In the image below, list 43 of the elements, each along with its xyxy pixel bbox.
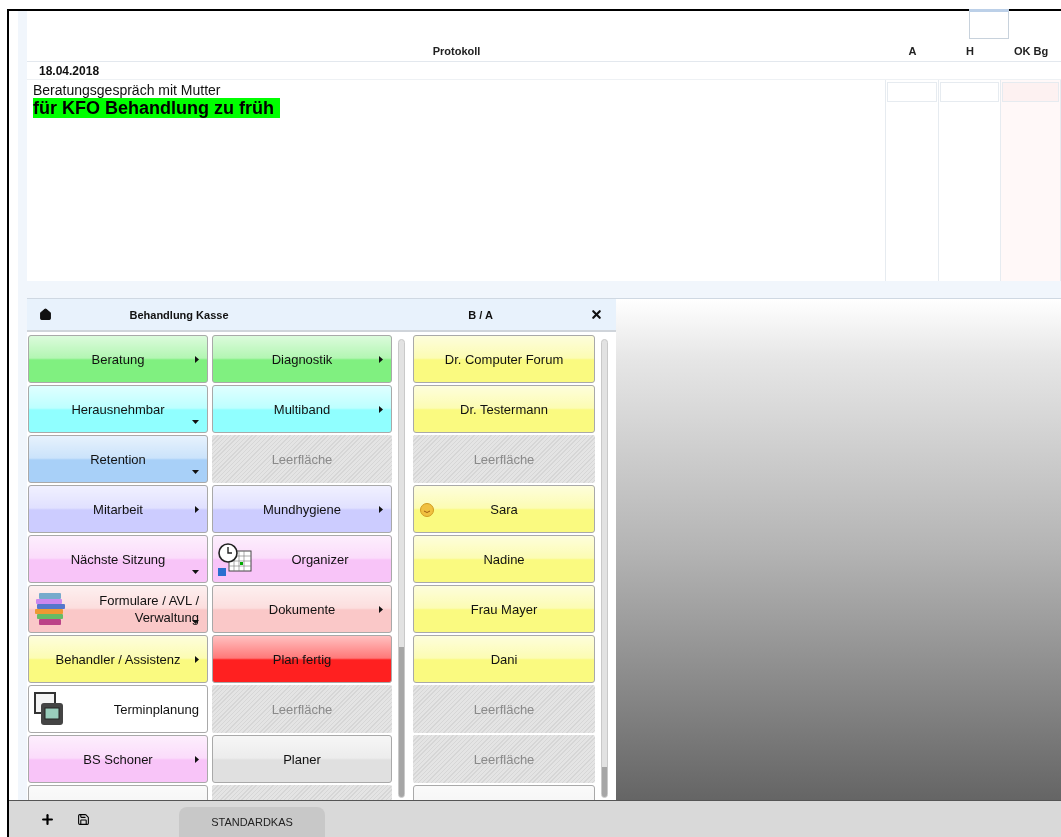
empty-slot-label: Leerfläche [473,451,535,467]
panel-title: Behandlung Kasse [128,308,230,321]
clock-calendar-icon [217,541,253,577]
menu-button[interactable]: Diagnostik [212,335,392,383]
menu-button[interactable]: Sara [413,485,595,533]
menu-button[interactable]: Retention [28,435,208,483]
menu-button[interactable]: Dr. Testermann [413,385,595,433]
column-header: H [966,45,974,57]
empty-slot-label: Leerfläche [473,751,535,767]
panel-title: B / A [467,308,494,321]
smiley-icon [420,503,434,517]
menu-button[interactable]: Dr. Computer Forum [413,335,595,383]
menu-button[interactable]: Dokumente [212,585,392,633]
note-text: Beratungsgespräch mit Mutter [33,82,221,98]
menu-button[interactable]: Multiband [212,385,392,433]
menu-button[interactable]: Dani [413,635,595,683]
scrollbar[interactable] [601,339,608,798]
home-icon[interactable] [38,308,52,321]
highlighted-note: für KFO Behandlung zu früh [33,98,280,118]
column-header: OK Bg [1013,45,1049,57]
menu-button[interactable]: Frau Mayer [413,585,595,633]
menu-button[interactable]: Behandler / Assistenz [28,635,208,683]
menu-button[interactable]: Nadine [413,535,595,583]
menu-button[interactable]: Plan fertig [212,635,392,683]
empty-slot-label: Leerfläche [473,701,535,717]
menu-button[interactable]: Mitarbeit [28,485,208,533]
menu-button[interactable]: Formulare / AVL / Verwaltung [28,585,208,633]
menu-button[interactable]: Terminplanung [28,685,208,733]
scrollbar[interactable] [398,339,405,798]
empty-slot-label: Leerfläche [271,451,333,467]
column-header: A [908,45,917,57]
entry-date: 18.04.2018 [38,62,101,79]
menu-button[interactable]: Organizer [212,535,392,583]
close-icon[interactable] [589,308,603,321]
column-header: Protokoll [432,45,481,57]
menu-button[interactable]: Planer [212,735,392,783]
menu-button[interactable]: Nächste Sitzung [28,535,208,583]
menu-button[interactable]: Beratung [28,335,208,383]
layout-tab[interactable]: STANDARDKAS [179,807,325,837]
menu-button[interactable]: Herausnehmbar [28,385,208,433]
menu-button[interactable]: Mundhygiene [212,485,392,533]
empty-slot-label: Leerfläche [271,701,333,717]
menu-button[interactable]: BS Schoner [28,735,208,783]
